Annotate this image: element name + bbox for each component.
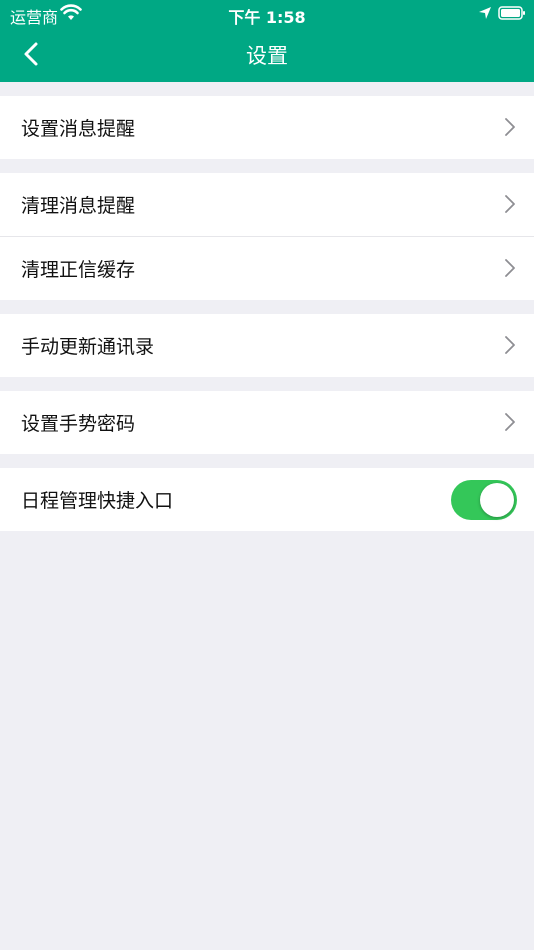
clear-message-reminder-row[interactable]: 清理消息提醒 xyxy=(0,173,534,236)
settings-group-5: 日程管理快捷入口 xyxy=(0,468,534,531)
chevron-right-icon xyxy=(505,336,515,354)
location-arrow-icon xyxy=(479,7,491,19)
page-title: 设置 xyxy=(246,44,288,68)
row-label: 清理消息提醒 xyxy=(21,195,136,217)
row-label: 清理正信缓存 xyxy=(21,259,136,281)
row-label: 设置消息提醒 xyxy=(21,118,136,140)
header: 运营商 下午 1:58 设置 xyxy=(0,0,534,82)
message-reminder-row[interactable]: 设置消息提醒 xyxy=(0,96,534,159)
gesture-password-row[interactable]: 设置手势密码 xyxy=(0,391,534,454)
clear-cache-row[interactable]: 清理正信缓存 xyxy=(0,236,534,300)
chevron-right-icon xyxy=(505,413,515,431)
toggle-knob xyxy=(480,483,514,517)
update-contacts-row[interactable]: 手动更新通讯录 xyxy=(0,314,534,377)
settings-group-2: 清理消息提醒 清理正信缓存 xyxy=(0,173,534,300)
settings-group-4: 设置手势密码 xyxy=(0,391,534,454)
status-bar: 运营商 下午 1:58 xyxy=(0,0,534,28)
chevron-right-icon xyxy=(505,259,515,277)
settings-group-3: 手动更新通讯录 xyxy=(0,314,534,377)
row-label: 手动更新通讯录 xyxy=(21,336,155,358)
row-label: 日程管理快捷入口 xyxy=(21,490,174,512)
nav-bar: 设置 xyxy=(0,28,534,82)
schedule-shortcut-toggle[interactable] xyxy=(451,480,517,520)
battery-icon xyxy=(498,6,525,20)
status-time: 下午 1:58 xyxy=(228,8,306,27)
chevron-right-icon xyxy=(505,118,515,136)
schedule-shortcut-row: 日程管理快捷入口 xyxy=(0,468,534,531)
chevron-right-icon xyxy=(505,195,515,213)
row-label: 设置手势密码 xyxy=(21,413,136,435)
settings-group-1: 设置消息提醒 xyxy=(0,96,534,159)
